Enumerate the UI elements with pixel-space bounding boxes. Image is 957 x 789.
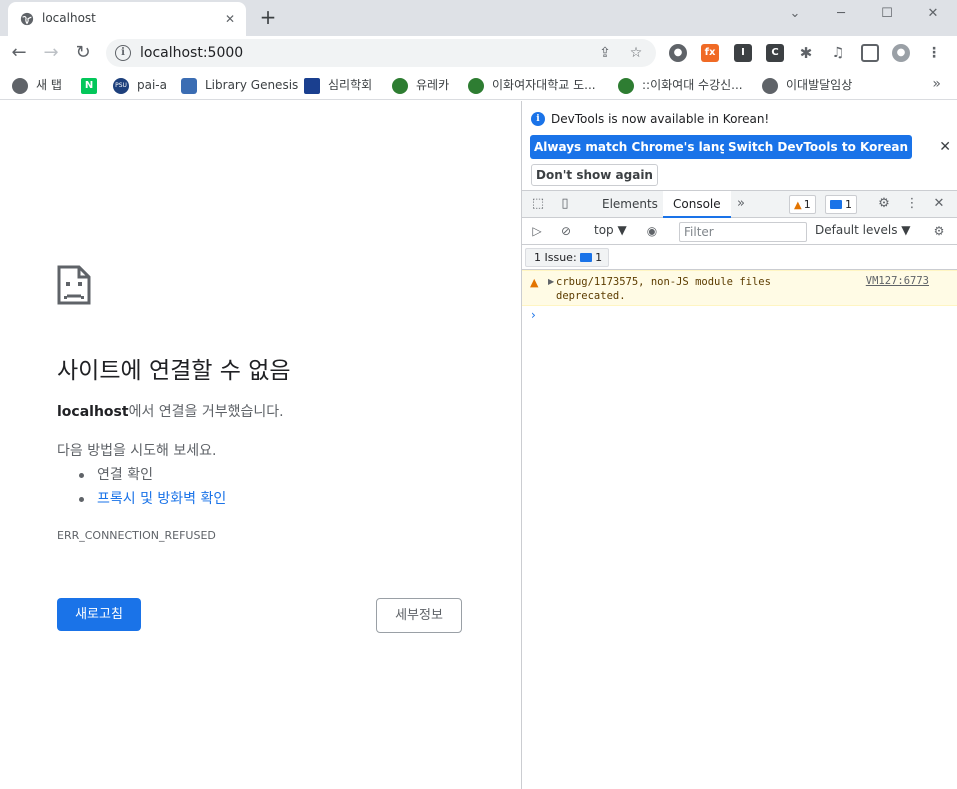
- error-title: 사이트에 연결할 수 없음: [57, 358, 291, 384]
- suggestion-list: 연결 확인 프록시 및 방화벽 확인: [79, 463, 226, 511]
- error-description: localhost에서 연결을 거부했습니다.: [57, 404, 284, 420]
- media-control-icon[interactable]: ♫: [829, 44, 847, 62]
- language-infobar: i DevTools is now available in Korean! A…: [522, 101, 957, 191]
- bookmark-item[interactable]: ::이화여대 수강신...: [618, 76, 743, 94]
- inspect-element-icon[interactable]: ⬚: [529, 195, 547, 213]
- globe-icon: [20, 12, 34, 26]
- details-button[interactable]: 세부정보: [376, 598, 462, 633]
- globe-icon: [762, 77, 778, 94]
- browser-tab[interactable]: localhost ✕: [8, 2, 246, 36]
- device-toolbar-icon[interactable]: ▯: [556, 195, 574, 213]
- maximize-button[interactable]: ☐: [864, 0, 910, 30]
- bookmark-item[interactable]: N: [81, 76, 105, 94]
- bookmarks-bar: 새 탭 N PSU pai-a Library Genesis 심리학회 유레카 …: [0, 70, 957, 100]
- site-info-icon[interactable]: i: [115, 45, 131, 61]
- issue-icon: [580, 252, 593, 262]
- error-code: ERR_CONNECTION_REFUSED: [57, 529, 216, 542]
- console-prompt-chevron-icon[interactable]: ›: [531, 308, 536, 322]
- console-warning-message[interactable]: ▲ ▶ crbug/1173575, non-JS module files d…: [522, 270, 957, 306]
- i-extension-icon[interactable]: I: [734, 44, 752, 62]
- warning-icon: ▲: [794, 200, 802, 211]
- ewha-icon: [392, 77, 408, 94]
- expand-triangle-icon[interactable]: ▶: [548, 277, 554, 286]
- bookmark-item[interactable]: 이화여자대학교 도...: [468, 76, 596, 94]
- clear-console-icon[interactable]: ⊘: [558, 223, 574, 239]
- bookmark-item[interactable]: 이대발달임상: [762, 76, 852, 94]
- reload-icon[interactable]: ↻: [70, 40, 96, 66]
- bookmark-item[interactable]: 새 탭: [12, 76, 62, 94]
- bookmark-item[interactable]: Library Genesis: [181, 76, 298, 94]
- menu-kebab-icon[interactable]: ⋮: [925, 44, 943, 62]
- tab-search-icon[interactable]: ⌄: [772, 0, 818, 30]
- ewha-icon: [468, 77, 484, 94]
- dont-show-again-button[interactable]: Don't show again: [531, 164, 658, 186]
- psu-icon: PSU: [113, 77, 129, 94]
- warning-text: crbug/1173575, non-JS module files depre…: [556, 276, 771, 302]
- devtools-close-icon[interactable]: ✕: [930, 195, 948, 213]
- warning-source-link[interactable]: VM127:6773: [866, 275, 929, 287]
- issues-bar: 1 Issue: 1: [522, 245, 957, 270]
- profile-avatar[interactable]: ●: [892, 44, 910, 62]
- bookmark-item[interactable]: 유레카: [392, 76, 449, 94]
- console-filter-input[interactable]: Filter: [679, 222, 807, 242]
- bookmark-star-icon[interactable]: ☆: [627, 44, 645, 62]
- ewha-icon: [618, 77, 634, 94]
- console-toolbar: ▷ ⊘ top ▼ ◉ Filter Default levels ▼ ⚙: [522, 218, 957, 245]
- side-panel-icon[interactable]: [861, 44, 879, 62]
- issues-counter[interactable]: 1 Issue: 1: [525, 248, 610, 267]
- tab-console[interactable]: Console: [663, 191, 731, 218]
- info-icon: i: [531, 112, 545, 126]
- log-levels-select[interactable]: Default levels ▼: [815, 223, 911, 237]
- tab-close-icon[interactable]: ✕: [222, 11, 238, 27]
- settings-gear-icon[interactable]: ⚙: [875, 195, 893, 213]
- messages-counter[interactable]: 1: [825, 195, 857, 214]
- browser-toolbar: ← → ↻ i localhost:5000 ⇪ ☆ ● fx I C ✱ ♫ …: [0, 36, 957, 70]
- back-arrow-icon[interactable]: ←: [6, 40, 32, 66]
- infobar-text: DevTools is now available in Korean!: [551, 112, 770, 126]
- share-icon[interactable]: ⇪: [596, 44, 614, 62]
- error-host: localhost: [57, 404, 129, 420]
- infobar-close-icon[interactable]: ✕: [939, 139, 951, 155]
- error-try-text: 다음 방법을 시도해 보세요.: [57, 443, 217, 459]
- minimize-button[interactable]: ─: [818, 0, 864, 30]
- tab-title: localhost: [42, 11, 96, 25]
- suggestion-check-connection: 연결 확인: [79, 463, 226, 487]
- fx-extension-icon[interactable]: fx: [701, 44, 719, 62]
- devtools-panel: i DevTools is now available in Korean! A…: [521, 101, 957, 789]
- context-select[interactable]: top ▼: [594, 223, 627, 237]
- error-page: 사이트에 연결할 수 없음 localhost에서 연결을 거부했습니다. 다음…: [0, 101, 522, 789]
- switch-to-korean-button[interactable]: Switch DevTools to Korean: [724, 135, 913, 159]
- warning-icon: ▲: [530, 276, 539, 289]
- bookmark-item[interactable]: 심리학회: [304, 76, 372, 94]
- reload-button[interactable]: 새로고침: [57, 598, 141, 631]
- more-tabs-chevron-icon[interactable]: »: [732, 195, 750, 213]
- warnings-counter[interactable]: ▲ 1: [789, 195, 816, 214]
- url-text[interactable]: localhost:5000: [140, 45, 243, 61]
- libgen-icon: [181, 77, 197, 94]
- bookmark-item[interactable]: PSU pai-a: [113, 76, 167, 94]
- sad-page-icon: [57, 265, 91, 305]
- bookmarks-overflow-chevron-icon[interactable]: »: [932, 76, 941, 92]
- tab-elements[interactable]: Elements: [592, 191, 668, 218]
- new-tab-button[interactable]: +: [258, 7, 278, 27]
- message-icon: [830, 199, 842, 209]
- suggestion-check-proxy-link[interactable]: 프록시 및 방화벽 확인: [79, 487, 226, 511]
- naver-icon: N: [81, 77, 97, 94]
- extensions-puzzle-icon[interactable]: ✱: [797, 44, 815, 62]
- devtools-tabbar: ⬚ ▯ Elements Console » ▲ 1 1 ⚙ ⋮ ✕: [522, 191, 957, 218]
- console-settings-gear-icon[interactable]: ⚙: [931, 223, 947, 239]
- globe-icon: [12, 77, 28, 94]
- c-extension-icon[interactable]: C: [766, 44, 784, 62]
- forward-arrow-icon[interactable]: →: [38, 40, 64, 66]
- sidebar-toggle-icon[interactable]: ▷: [529, 223, 545, 239]
- film-extension-icon[interactable]: ●: [669, 44, 687, 62]
- devtools-menu-icon[interactable]: ⋮: [903, 195, 921, 213]
- live-expression-eye-icon[interactable]: ◉: [644, 223, 660, 239]
- kpa-icon: [304, 77, 320, 94]
- window-close-button[interactable]: ✕: [910, 0, 956, 30]
- address-bar[interactable]: i localhost:5000 ⇪ ☆: [106, 39, 656, 67]
- tab-strip: localhost ✕ + ⌄ ─ ☐ ✕: [0, 0, 957, 36]
